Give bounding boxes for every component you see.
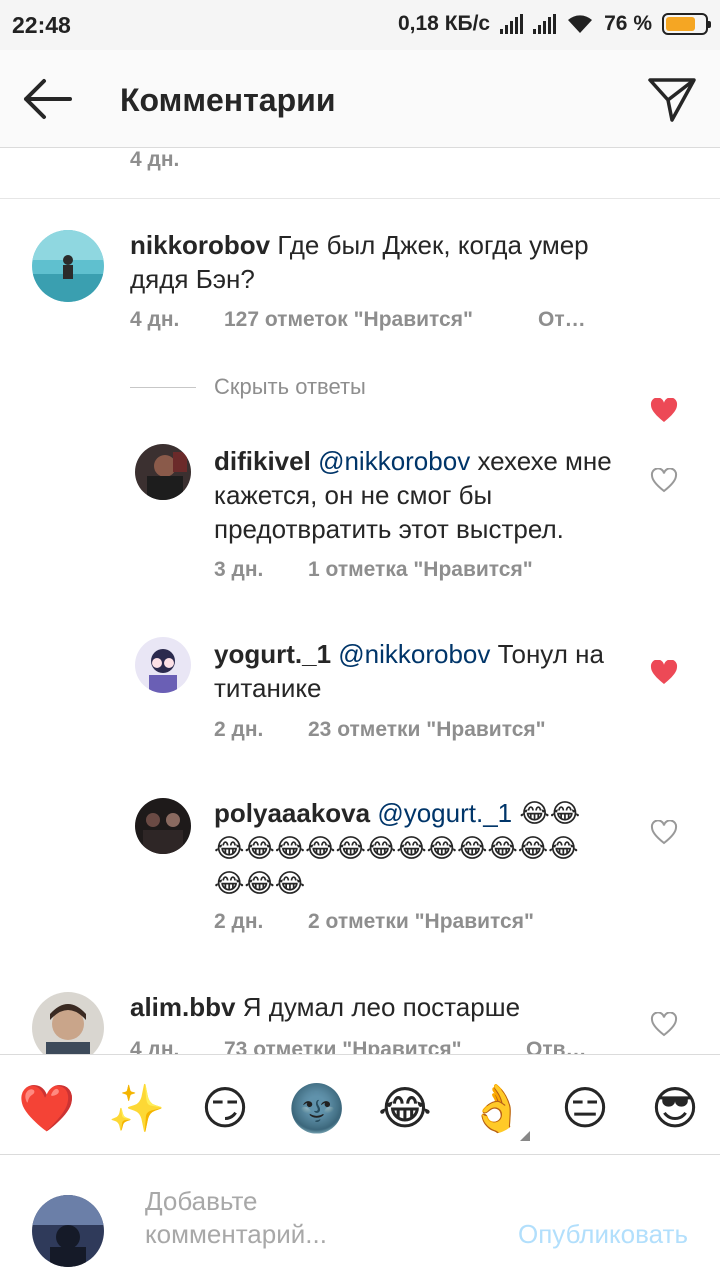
comment-composer: Добавьте комментарий... Опубликовать [0,1154,720,1280]
divider [0,198,720,199]
heart-filled-icon[interactable] [650,398,678,424]
comment-username[interactable]: nikkorobov [130,230,270,260]
arrow-left-icon[interactable] [20,76,74,122]
battery-percent: 76 % [604,12,652,35]
comment-body: Я думал лео постарше [242,992,521,1022]
divider [130,386,196,388]
emoji-smirk[interactable]: 😏 [198,1081,252,1135]
signal-icon [500,14,524,34]
avatar [32,1195,104,1267]
comment-time: 4 дн. [130,1038,180,1054]
heart-outline-icon[interactable] [650,468,678,494]
reply-username[interactable]: difikivel [214,446,311,476]
emoji-expressionless[interactable]: 😑 [558,1081,612,1135]
emoji-new-moon-face[interactable]: 🌚 [288,1081,345,1135]
top-bar: Комментарии [0,50,720,148]
signal-icon-2 [533,14,557,34]
comment-time: 4 дн. [130,308,180,331]
avatar[interactable] [32,992,104,1054]
reply-username[interactable]: polyaaakova [214,798,370,828]
paper-plane-icon[interactable] [646,74,698,124]
status-time: 22:48 [12,12,71,38]
avatar[interactable] [135,637,191,693]
reply-likes[interactable]: 23 отметки "Нравится" [308,718,546,742]
comment-likes[interactable]: 73 отметки "Нравится" [224,1038,462,1054]
heart-outline-icon[interactable] [650,1012,678,1038]
publish-button[interactable]: Опубликовать [518,1219,688,1250]
battery-icon [662,13,711,35]
hide-replies-label: Скрыть ответы [214,374,366,399]
reply-likes[interactable]: 2 отметки "Нравится" [308,910,534,934]
emoji-tears-of-joy[interactable]: 😂 [378,1081,432,1135]
skin-tone-indicator [520,1131,530,1141]
reply-button[interactable]: От… [538,308,586,332]
emoji-ok-hand[interactable]: 👌 [468,1081,525,1135]
reply-likes[interactable]: 1 отметка "Нравится" [308,558,533,582]
heart-filled-icon[interactable] [650,660,678,686]
comments-list[interactable]: 4 дн. nikkorobov Где был Джек, когда уме… [0,148,720,1054]
reply-button[interactable]: Отв… [526,1038,587,1054]
emoji-heart[interactable]: ❤️ [18,1081,75,1135]
comment-input[interactable]: Добавьте комментарий... [145,1185,445,1251]
comment-text: alim.bbv Я думал лео постарше [130,990,630,1024]
emoji-sunglasses[interactable]: 😎 [648,1081,702,1135]
reply-time: 2 дн. [214,910,264,933]
network-speed: 0,18 КБ/с [397,12,491,35]
reply-time: 3 дн. [214,558,264,581]
reply-text: yogurt._1 @nikkorobov Тонул на титанике [214,637,634,705]
comment-text: nikkorobov Где был Джек, когда умер дядя… [130,228,630,296]
comment-likes[interactable]: 127 отметок "Нравится" [224,308,473,332]
reply-username[interactable]: yogurt._1 [214,639,331,669]
prev-comment-time: 4 дн. [130,148,180,171]
reply-time: 2 дн. [214,718,264,741]
reply-text: polyaaakova @yogurt._1 😂😂😂😂😂😂😂😂😂😂😂😂😂😂😂😂😂 [214,796,604,901]
avatar[interactable] [32,230,104,302]
emoji-bar: ❤️ ✨ 😏 🌚 😂 👌 😑 😎 [0,1054,720,1154]
heart-outline-icon[interactable] [650,820,678,846]
page-title: Комментарии [120,82,336,118]
reply-mention[interactable]: @nikkorobov [318,446,470,476]
reply-mention[interactable]: @yogurt._1 [377,798,512,828]
reply-mention[interactable]: @nikkorobov [338,639,490,669]
avatar[interactable] [135,798,191,854]
status-bar: 22:48 0,18 КБ/с 76 % [0,0,720,50]
hide-replies-button[interactable]: Скрыть ответы [130,374,366,400]
comment-username[interactable]: alim.bbv [130,992,235,1022]
avatar[interactable] [135,444,191,500]
emoji-sparkles[interactable]: ✨ [108,1081,165,1135]
reply-text: difikivel @nikkorobov хехехе мне кажется… [214,444,634,546]
wifi-icon [568,15,593,33]
